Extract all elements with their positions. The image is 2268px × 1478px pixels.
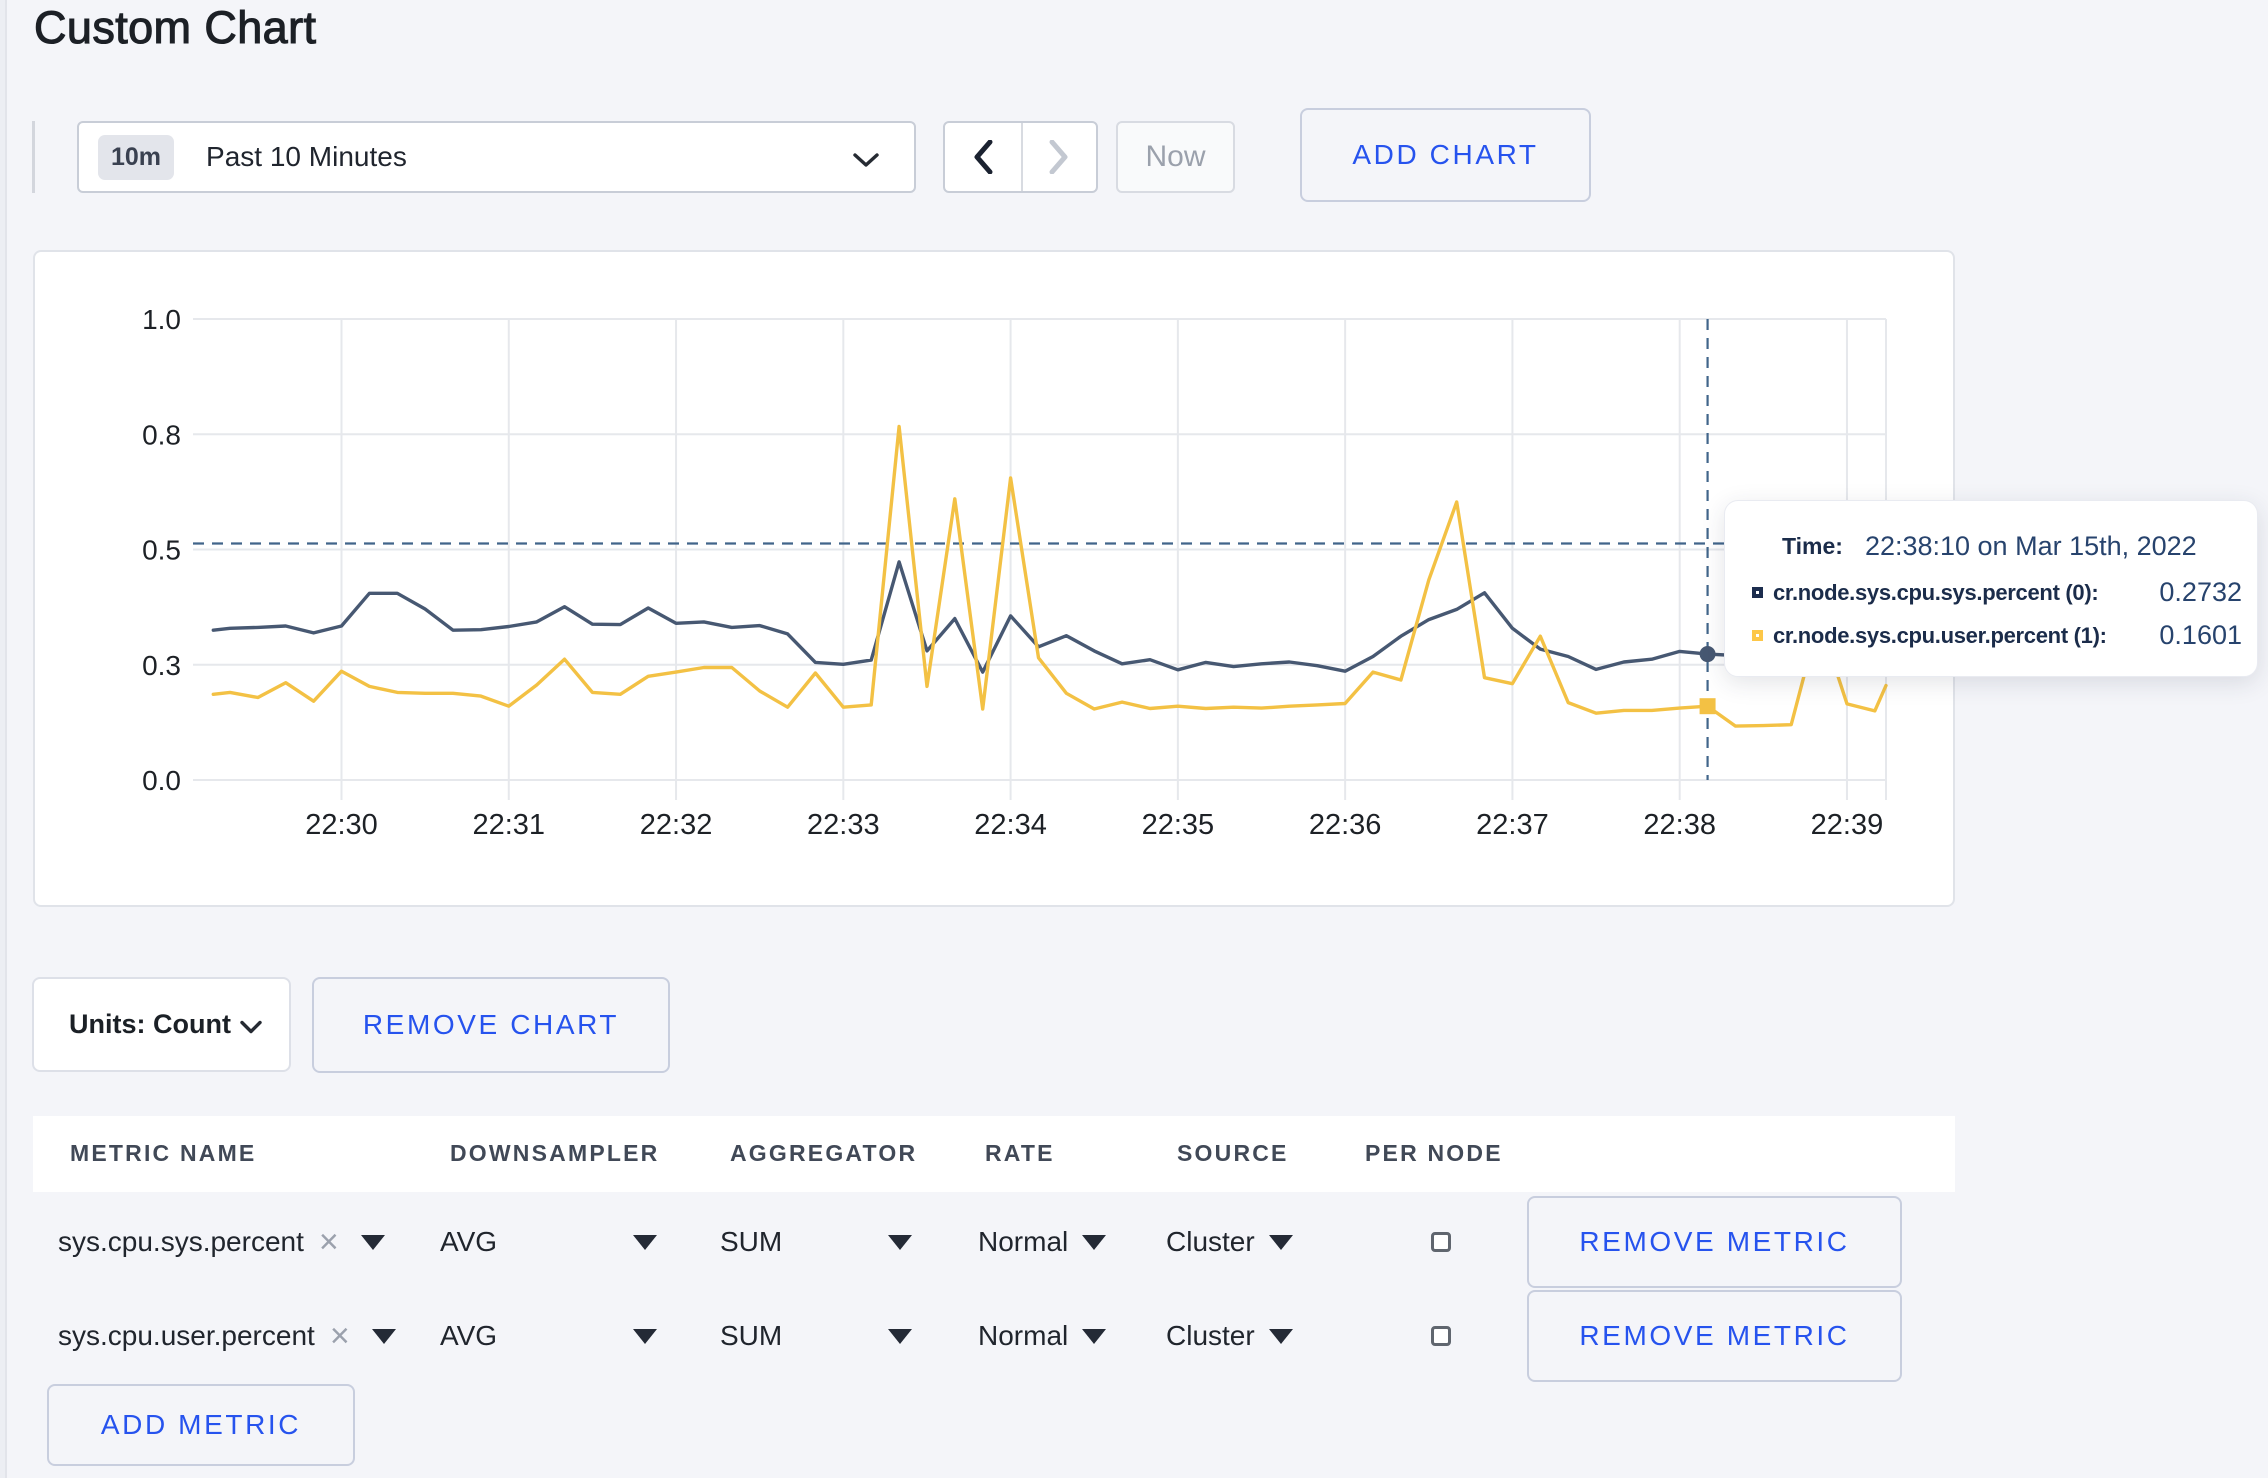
x-axis-tick-label: 22:37 [1476, 809, 1549, 841]
source-value: Cluster [1166, 1226, 1255, 1257]
dropdown-caret-icon [1082, 1234, 1107, 1250]
tooltip-series-label: cr.node.sys.cpu.user.percent (1): [1773, 622, 2107, 648]
y-axis-tick-label: 0.8 [142, 419, 181, 450]
chevron-down-icon [853, 153, 879, 167]
toolbar-divider [32, 121, 35, 193]
column-header-metric-name: METRIC NAME [70, 1140, 257, 1166]
dropdown-caret-icon [633, 1234, 657, 1250]
dropdown-caret-icon [1268, 1234, 1293, 1250]
y-axis-tick-label: 0.5 [142, 535, 181, 566]
add-metric-button[interactable]: ADD METRIC [47, 1384, 355, 1466]
rate-value: Normal [978, 1226, 1069, 1257]
rate-value: Normal [978, 1320, 1069, 1351]
remove-metric-button[interactable]: REMOVE METRIC [1527, 1196, 1902, 1288]
source-dropdown[interactable]: Cluster [1166, 1194, 1293, 1290]
highlight-point-user [1699, 698, 1716, 715]
line-chart[interactable]: 0.0 0.3 0.5 0.8 1.0 22:30 22:31 22:32 22:33 22:34… [35, 252, 1953, 905]
aggregator-dropdown[interactable]: SUM [720, 1194, 912, 1290]
per-node-checkbox[interactable] [1431, 1232, 1451, 1252]
rate-dropdown[interactable]: Normal [978, 1288, 1107, 1384]
downsampler-dropdown[interactable]: AVG [440, 1288, 657, 1384]
column-header-per-node: PER NODE [1365, 1140, 1503, 1166]
metrics-table-header: METRIC NAME DOWNSAMPLER AGGREGATOR RATE … [33, 1116, 1955, 1192]
source-value: Cluster [1166, 1320, 1255, 1351]
units-dropdown[interactable]: Units: Count [32, 977, 291, 1072]
aggregator-value: SUM [720, 1226, 783, 1257]
time-nav-group [943, 121, 1098, 193]
timescale-badge: 10m [98, 134, 175, 180]
x-axis-tick-label: 22:39 [1811, 809, 1884, 841]
column-header-source: SOURCE [1177, 1140, 1289, 1166]
x-axis-tick-label: 22:30 [305, 809, 378, 841]
tooltip-series-label: cr.node.sys.cpu.sys.percent (0): [1773, 579, 2099, 605]
metric-name-value: sys.cpu.sys.percent [58, 1226, 304, 1257]
x-axis-tick-label: 22:31 [472, 809, 545, 841]
dropdown-caret-icon [1082, 1328, 1107, 1344]
aggregator-value: SUM [720, 1320, 783, 1351]
timescale-label: Past 10 Minutes [206, 141, 407, 172]
series-line-user [211, 424, 1888, 728]
highlight-point-sys [1699, 646, 1716, 663]
remove-chart-button[interactable]: REMOVE CHART [312, 977, 670, 1073]
metric-name-value: sys.cpu.user.percent [58, 1320, 315, 1351]
units-label: Units: Count [69, 1009, 231, 1039]
x-axis-tick-label: 22:38 [1643, 809, 1716, 841]
tooltip-series-row: cr.node.sys.cpu.user.percent (1): 0.1601 [1752, 620, 2242, 651]
x-axis-tick-label: 22:34 [974, 809, 1047, 841]
dropdown-caret-icon [1268, 1328, 1293, 1344]
rate-dropdown[interactable]: Normal [978, 1194, 1107, 1290]
chevron-left-icon [974, 140, 993, 174]
chevron-down-icon [240, 1020, 262, 1034]
series-sys-swatch-icon [1752, 587, 1763, 598]
x-axis-tick-label: 22:35 [1142, 809, 1215, 841]
tooltip-time-row: Time: 22:38:10 on Mar 15th, 2022 [1752, 531, 2242, 562]
metric-name-dropdown[interactable]: sys.cpu.sys.percent × [58, 1194, 385, 1290]
dropdown-caret-icon [888, 1328, 912, 1344]
dropdown-caret-icon [371, 1328, 396, 1344]
series-user-swatch-icon [1752, 630, 1763, 641]
x-axis-tick-label: 22:36 [1309, 809, 1382, 841]
y-axis-tick-label: 1.0 [142, 304, 181, 335]
left-edge-strip [0, 0, 7, 1478]
x-axis-tick-label: 22:33 [807, 809, 880, 841]
clear-metric-icon[interactable]: × [319, 1225, 339, 1259]
tooltip-time-value: 22:38:10 on Mar 15th, 2022 [1864, 531, 2197, 561]
metric-name-dropdown[interactable]: sys.cpu.user.percent × [58, 1288, 396, 1384]
downsampler-value: AVG [440, 1320, 498, 1351]
aggregator-dropdown[interactable]: SUM [720, 1288, 912, 1384]
column-header-rate: RATE [985, 1140, 1055, 1166]
series-line-sys [211, 560, 1888, 674]
per-node-cell [1423, 1194, 1459, 1290]
chevron-right-icon [1049, 140, 1068, 174]
dropdown-caret-icon [360, 1234, 385, 1250]
column-header-downsampler: DOWNSAMPLER [450, 1140, 660, 1166]
prev-range-button[interactable] [945, 123, 1021, 191]
x-axis-tick-label: 22:32 [640, 809, 713, 841]
dropdown-caret-icon [888, 1234, 912, 1250]
tooltip-series-value: 0.2732 [2159, 577, 2242, 607]
dropdown-caret-icon [633, 1328, 657, 1344]
chart-tooltip: Time: 22:38:10 on Mar 15th, 2022 cr.node… [1724, 500, 2258, 677]
y-axis-tick-label: 0.0 [142, 765, 181, 796]
per-node-cell [1423, 1288, 1459, 1384]
chart-card[interactable]: 0.0 0.3 0.5 0.8 1.0 22:30 22:31 22:32 22:33 22:34… [33, 250, 1955, 907]
downsampler-value: AVG [440, 1226, 498, 1257]
source-dropdown[interactable]: Cluster [1166, 1288, 1293, 1384]
column-header-aggregator: AGGREGATOR [730, 1140, 918, 1166]
next-range-button[interactable] [1020, 123, 1097, 191]
now-button[interactable]: Now [1116, 121, 1235, 193]
per-node-checkbox[interactable] [1431, 1326, 1451, 1346]
remove-metric-button[interactable]: REMOVE METRIC [1527, 1290, 1902, 1382]
y-axis-tick-label: 0.3 [142, 650, 181, 681]
tooltip-series-row: cr.node.sys.cpu.sys.percent (0): 0.2732 [1752, 577, 2242, 608]
tooltip-time-label: Time: [1782, 533, 1843, 559]
clear-metric-icon[interactable]: × [330, 1319, 350, 1353]
page-title: Custom Chart [33, 1, 317, 53]
downsampler-dropdown[interactable]: AVG [440, 1194, 657, 1290]
add-chart-button[interactable]: ADD CHART [1300, 108, 1591, 202]
timescale-dropdown[interactable]: 10m Past 10 Minutes [77, 121, 916, 193]
tooltip-series-value: 0.1601 [2159, 620, 2242, 650]
